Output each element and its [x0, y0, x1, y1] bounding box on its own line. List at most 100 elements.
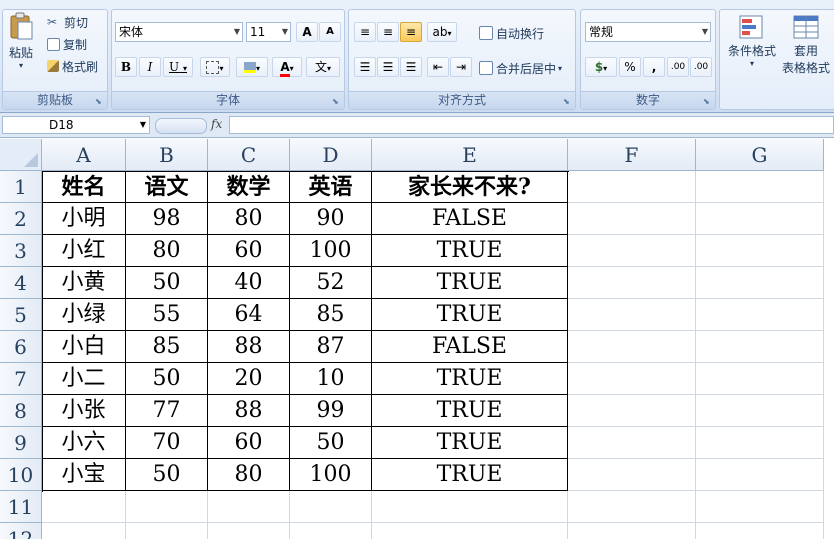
cell-g6[interactable] — [696, 331, 824, 363]
fill-color-button[interactable]: ▾ — [236, 57, 268, 77]
align-top-button[interactable]: ≡ — [354, 22, 376, 42]
bold-button[interactable]: B — [115, 57, 137, 77]
align-bottom-button[interactable]: ≡ — [400, 22, 422, 42]
align-left-button[interactable]: ☰ — [354, 57, 376, 77]
cell-b3[interactable]: 80 — [126, 235, 208, 267]
column-header-c[interactable]: C — [208, 139, 290, 171]
cell-g9[interactable] — [696, 427, 824, 459]
column-header-b[interactable]: B — [126, 139, 208, 171]
cell-c1[interactable]: 数学 — [208, 171, 290, 203]
cell-d7[interactable]: 10 — [290, 363, 372, 395]
cell-g8[interactable] — [696, 395, 824, 427]
increase-decimal-button[interactable]: .00 — [667, 57, 689, 77]
cell-a2[interactable]: 小明 — [42, 203, 126, 235]
cell-d4[interactable]: 52 — [290, 267, 372, 299]
italic-button[interactable]: I — [139, 57, 161, 77]
cell-e9[interactable]: TRUE — [372, 427, 568, 459]
cell-g1[interactable] — [696, 171, 824, 203]
row-header-3[interactable]: 3 — [0, 235, 42, 267]
align-middle-button[interactable]: ≡ — [377, 22, 399, 42]
cell-d8[interactable]: 99 — [290, 395, 372, 427]
cell-b9[interactable]: 70 — [126, 427, 208, 459]
format-as-table-button[interactable]: 套用 表格格式 — [776, 14, 834, 86]
cell-a9[interactable]: 小六 — [42, 427, 126, 459]
dialog-launcher-icon[interactable]: ⬊ — [703, 97, 712, 106]
cell-e3[interactable]: TRUE — [372, 235, 568, 267]
column-header-g[interactable]: G — [696, 139, 824, 171]
decrease-indent-button[interactable]: ⇤ — [427, 57, 449, 77]
number-format-select[interactable]: 常规 ▼ — [585, 22, 711, 42]
cell-f9[interactable] — [568, 427, 696, 459]
cell-a11[interactable] — [42, 491, 126, 523]
column-header-f[interactable]: F — [568, 139, 696, 171]
border-button[interactable]: ▾ — [200, 57, 230, 77]
cell-d12[interactable] — [290, 523, 372, 539]
cell-b4[interactable]: 50 — [126, 267, 208, 299]
cell-b1[interactable]: 语文 — [126, 171, 208, 203]
cell-a5[interactable]: 小绿 — [42, 299, 126, 331]
orientation-button[interactable]: ab▾ — [427, 22, 457, 42]
row-header-7[interactable]: 7 — [0, 363, 42, 395]
cell-f5[interactable] — [568, 299, 696, 331]
row-header-4[interactable]: 4 — [0, 267, 42, 299]
cell-c8[interactable]: 88 — [208, 395, 290, 427]
cell-f7[interactable] — [568, 363, 696, 395]
cell-e4[interactable]: TRUE — [372, 267, 568, 299]
cell-e5[interactable]: TRUE — [372, 299, 568, 331]
cell-a6[interactable]: 小白 — [42, 331, 126, 363]
formula-bar-splitter[interactable] — [155, 118, 207, 134]
grow-font-button[interactable]: A — [296, 22, 318, 42]
cell-a1[interactable]: 姓名 — [42, 171, 126, 203]
cell-g5[interactable] — [696, 299, 824, 331]
cell-d9[interactable]: 50 — [290, 427, 372, 459]
formula-input[interactable] — [229, 116, 834, 134]
cell-b7[interactable]: 50 — [126, 363, 208, 395]
row-header-10[interactable]: 10 — [0, 459, 42, 491]
name-box[interactable]: D18 ▼ — [2, 116, 150, 134]
cell-e11[interactable] — [372, 491, 568, 523]
cell-e6[interactable]: FALSE — [372, 331, 568, 363]
shrink-font-button[interactable]: A — [319, 22, 341, 42]
cell-c12[interactable] — [208, 523, 290, 539]
cell-c5[interactable]: 64 — [208, 299, 290, 331]
cell-b12[interactable] — [126, 523, 208, 539]
cell-d11[interactable] — [290, 491, 372, 523]
cell-b5[interactable]: 55 — [126, 299, 208, 331]
accounting-format-button[interactable]: $▾ — [585, 57, 617, 77]
cell-e2[interactable]: FALSE — [372, 203, 568, 235]
increase-indent-button[interactable]: ⇥ — [450, 57, 472, 77]
cell-d2[interactable]: 90 — [290, 203, 372, 235]
dialog-launcher-icon[interactable]: ⬊ — [95, 97, 104, 106]
cell-g2[interactable] — [696, 203, 824, 235]
cell-d6[interactable]: 87 — [290, 331, 372, 363]
cell-b10[interactable]: 50 — [126, 459, 208, 491]
cell-c6[interactable]: 88 — [208, 331, 290, 363]
cell-g11[interactable] — [696, 491, 824, 523]
cell-f12[interactable] — [568, 523, 696, 539]
insert-function-icon[interactable]: fx — [211, 117, 222, 131]
cell-c11[interactable] — [208, 491, 290, 523]
cell-f2[interactable] — [568, 203, 696, 235]
cell-a10[interactable]: 小宝 — [42, 459, 126, 491]
cell-f10[interactable] — [568, 459, 696, 491]
cell-b11[interactable] — [126, 491, 208, 523]
cell-a8[interactable]: 小张 — [42, 395, 126, 427]
decrease-decimal-button[interactable]: .00 — [690, 57, 712, 77]
cell-d5[interactable]: 85 — [290, 299, 372, 331]
row-header-12[interactable]: 12 — [0, 523, 42, 539]
column-header-e[interactable]: E — [372, 139, 568, 171]
row-header-11[interactable]: 11 — [0, 491, 42, 523]
merge-center-button[interactable]: 合并后居中 ▾ — [479, 59, 562, 77]
cell-c3[interactable]: 60 — [208, 235, 290, 267]
align-right-button[interactable]: ☰ — [400, 57, 422, 77]
cell-e8[interactable]: TRUE — [372, 395, 568, 427]
cell-d1[interactable]: 英语 — [290, 171, 372, 203]
cell-a3[interactable]: 小红 — [42, 235, 126, 267]
copy-button[interactable]: 复制 — [47, 35, 87, 53]
cell-e10[interactable]: TRUE — [372, 459, 568, 491]
conditional-format-button[interactable]: 条件格式 ▾ — [724, 14, 780, 86]
cell-e1[interactable]: 家长来不来? — [372, 171, 568, 203]
align-center-button[interactable]: ☰ — [377, 57, 399, 77]
font-size-select[interactable]: 11 ▼ — [246, 22, 291, 42]
cell-a12[interactable] — [42, 523, 126, 539]
